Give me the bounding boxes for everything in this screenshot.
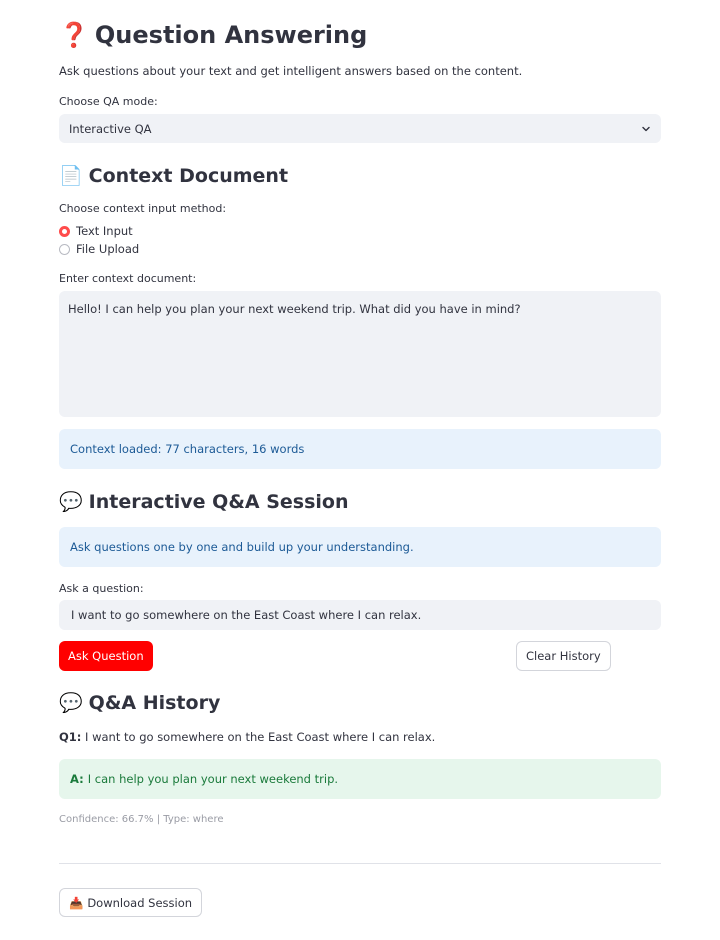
chevron-down-icon bbox=[641, 124, 651, 134]
page-title: ❓ Question Answering bbox=[59, 16, 367, 54]
qa-mode-selected-value: Interactive QA bbox=[69, 121, 152, 136]
question-mark-icon: ❓ bbox=[59, 21, 89, 49]
ask-question-button[interactable]: Ask Question bbox=[59, 641, 153, 671]
radio-unselected-icon bbox=[59, 243, 70, 255]
question-input-value: I want to go somewhere on the East Coast… bbox=[71, 608, 422, 622]
speech-bubble-icon: 💬 bbox=[59, 491, 83, 513]
page-description: Ask questions about your text and get in… bbox=[59, 64, 523, 78]
clear-history-button[interactable]: Clear History bbox=[516, 641, 611, 671]
speech-bubble-icon: 💬 bbox=[59, 692, 83, 714]
section-divider bbox=[59, 863, 661, 864]
history-question-prefix: Q1: bbox=[59, 730, 82, 744]
history-question: Q1: I want to go somewhere on the East C… bbox=[59, 729, 435, 745]
radio-file-upload-label: File Upload bbox=[76, 242, 140, 256]
context-document-textarea[interactable]: Hello! I can help you plan your next wee… bbox=[59, 291, 661, 417]
radio-selected-icon bbox=[59, 225, 70, 237]
context-document-value: Hello! I can help you plan your next wee… bbox=[68, 302, 521, 316]
question-label: Ask a question: bbox=[59, 582, 144, 595]
context-heading: 📄 Context Document bbox=[59, 162, 288, 190]
history-heading: 💬 Q&A History bbox=[59, 689, 220, 717]
history-answer-meta: Confidence: 66.7% | Type: where bbox=[59, 814, 224, 825]
session-info: Ask questions one by one and build up yo… bbox=[59, 527, 661, 567]
history-heading-text: Q&A History bbox=[88, 692, 221, 714]
context-method-label: Choose context input method: bbox=[59, 202, 227, 215]
download-session-label: Download Session bbox=[87, 895, 193, 910]
question-input[interactable]: I want to go somewhere on the East Coast… bbox=[59, 600, 661, 630]
qa-mode-select[interactable]: Interactive QA bbox=[59, 114, 661, 143]
radio-text-input-label: Text Input bbox=[76, 224, 133, 238]
document-icon: 📄 bbox=[59, 165, 83, 187]
radio-file-upload[interactable]: File Upload bbox=[59, 241, 139, 257]
session-heading-text: Interactive Q&A Session bbox=[88, 491, 349, 513]
history-answer-text: I can help you plan your next weekend tr… bbox=[87, 772, 339, 786]
history-answer: A: I can help you plan your next weekend… bbox=[59, 759, 661, 799]
qa-mode-label: Choose QA mode: bbox=[59, 95, 158, 108]
history-answer-prefix: A: bbox=[70, 772, 84, 786]
context-document-label: Enter context document: bbox=[59, 272, 197, 285]
download-session-button[interactable]: 📥 Download Session bbox=[59, 888, 203, 917]
history-question-text: I want to go somewhere on the East Coast… bbox=[85, 730, 436, 744]
page-title-text: Question Answering bbox=[94, 21, 368, 49]
session-info-text: Ask questions one by one and build up yo… bbox=[70, 540, 414, 554]
context-loaded-info: Context loaded: 77 characters, 16 words bbox=[59, 429, 661, 469]
radio-text-input[interactable]: Text Input bbox=[59, 223, 133, 239]
inbox-tray-icon: 📥 bbox=[69, 895, 84, 910]
context-loaded-text: Context loaded: 77 characters, 16 words bbox=[70, 442, 305, 456]
session-heading: 💬 Interactive Q&A Session bbox=[59, 488, 349, 516]
context-heading-text: Context Document bbox=[88, 165, 289, 187]
